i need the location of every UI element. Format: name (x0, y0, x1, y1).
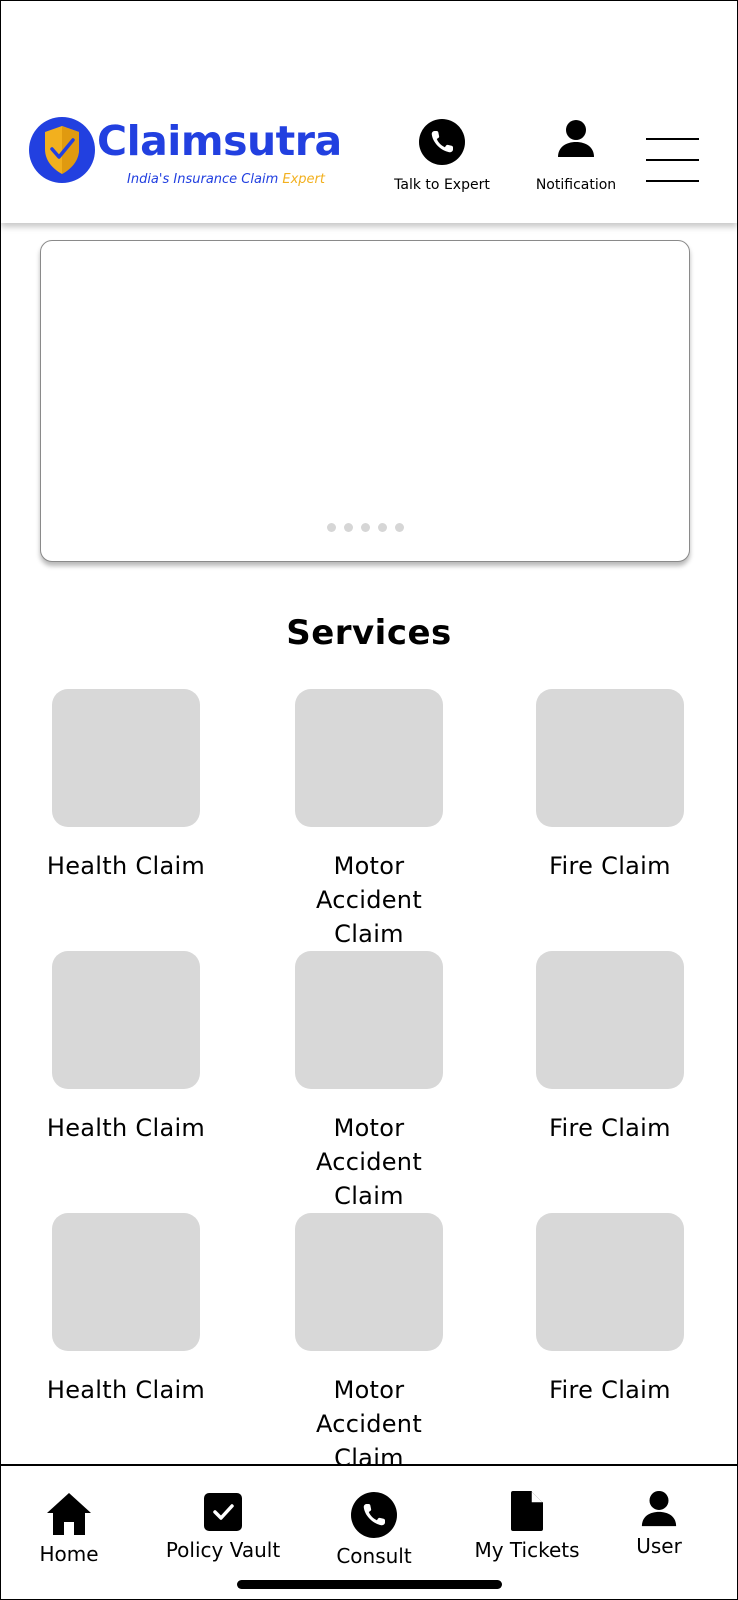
home-indicator-bar[interactable] (237, 1580, 502, 1589)
services-heading: Services (286, 613, 452, 653)
service-tile (536, 689, 684, 827)
talk-to-expert-button[interactable]: Talk to Expert (391, 119, 493, 193)
document-icon (511, 1491, 543, 1531)
banner-carousel[interactable] (40, 240, 690, 562)
service-item-health-claim[interactable]: Health Claim (16, 1213, 236, 1407)
service-tile (295, 951, 443, 1089)
claimsutra-logo[interactable]: Claimsutra India's Insurance Claim Exper… (29, 117, 349, 197)
carousel-dot[interactable] (377, 523, 387, 532)
user-icon (641, 1490, 677, 1527)
service-label: Health Claim (46, 1114, 206, 1142)
service-tile (536, 951, 684, 1089)
service-tile (295, 689, 443, 827)
service-item-health-claim[interactable]: Health Claim (16, 951, 236, 1145)
menu-line (646, 138, 699, 140)
service-label: Health Claim (46, 852, 206, 880)
nav-label: Policy Vault (165, 1538, 281, 1562)
nav-item-consult[interactable]: Consult (329, 1492, 419, 1568)
app-header: Claimsutra India's Insurance Claim Exper… (1, 1, 737, 223)
service-item-health-claim[interactable]: Health Claim (16, 689, 236, 883)
brand-tagline-main: India's Insurance Claim (127, 172, 283, 187)
shield-check-logo-icon (29, 117, 95, 183)
menu-line (646, 180, 699, 182)
service-item-fire-claim[interactable]: Fire Claim (500, 951, 720, 1145)
nav-item-my-tickets[interactable]: My Tickets (471, 1490, 583, 1562)
notification-label: Notification (535, 177, 617, 193)
user-icon (558, 120, 594, 157)
brand-tagline-accent: Expert (282, 172, 325, 187)
carousel-dot[interactable] (394, 523, 404, 532)
service-item-fire-claim[interactable]: Fire Claim (500, 1213, 720, 1407)
service-label: Fire Claim (549, 1114, 671, 1142)
service-item-motor-accident-claim[interactable]: Motor Accident Claim (259, 689, 479, 951)
service-label: Health Claim (46, 1376, 206, 1404)
service-item-motor-accident-claim[interactable]: Motor Accident Claim (259, 951, 479, 1213)
nav-label: My Tickets (474, 1538, 580, 1562)
phone-icon (419, 119, 465, 165)
service-label: Fire Claim (549, 1376, 671, 1404)
hamburger-menu-icon[interactable] (646, 135, 699, 183)
nav-item-user[interactable]: User (621, 1490, 697, 1558)
service-tile (52, 1213, 200, 1351)
service-item-fire-claim[interactable]: Fire Claim (500, 689, 720, 883)
service-item-motor-accident-claim[interactable]: Motor Accident Claim (259, 1213, 479, 1475)
service-tile (295, 1213, 443, 1351)
carousel-dot[interactable] (343, 523, 353, 532)
service-tile (52, 951, 200, 1089)
phone-icon (351, 1492, 397, 1538)
notification-button[interactable]: Notification (526, 119, 626, 193)
menu-line (646, 159, 699, 161)
carousel-dot[interactable] (360, 523, 370, 532)
service-label: Motor Accident Claim (315, 1114, 423, 1210)
brand-name: Claimsutra (97, 117, 342, 165)
service-tile (536, 1213, 684, 1351)
checkbox-icon (204, 1493, 242, 1531)
talk-to-expert-label: Talk to Expert (394, 177, 490, 193)
service-tile (52, 689, 200, 827)
carousel-dots (41, 523, 689, 532)
service-label: Fire Claim (549, 852, 671, 880)
nav-label: User (636, 1534, 682, 1558)
app-screen: Claimsutra India's Insurance Claim Exper… (0, 0, 738, 1600)
nav-item-policy-vault[interactable]: Policy Vault (161, 1492, 285, 1562)
nav-label: Consult (336, 1544, 412, 1568)
nav-label: Home (39, 1542, 99, 1566)
home-icon (47, 1493, 91, 1535)
brand-tagline: India's Insurance Claim Expert (127, 172, 325, 187)
service-label: Motor Accident Claim (315, 852, 423, 948)
nav-item-home[interactable]: Home (29, 1492, 109, 1566)
carousel-dot[interactable] (326, 523, 336, 532)
service-label: Motor Accident Claim (315, 1376, 423, 1472)
